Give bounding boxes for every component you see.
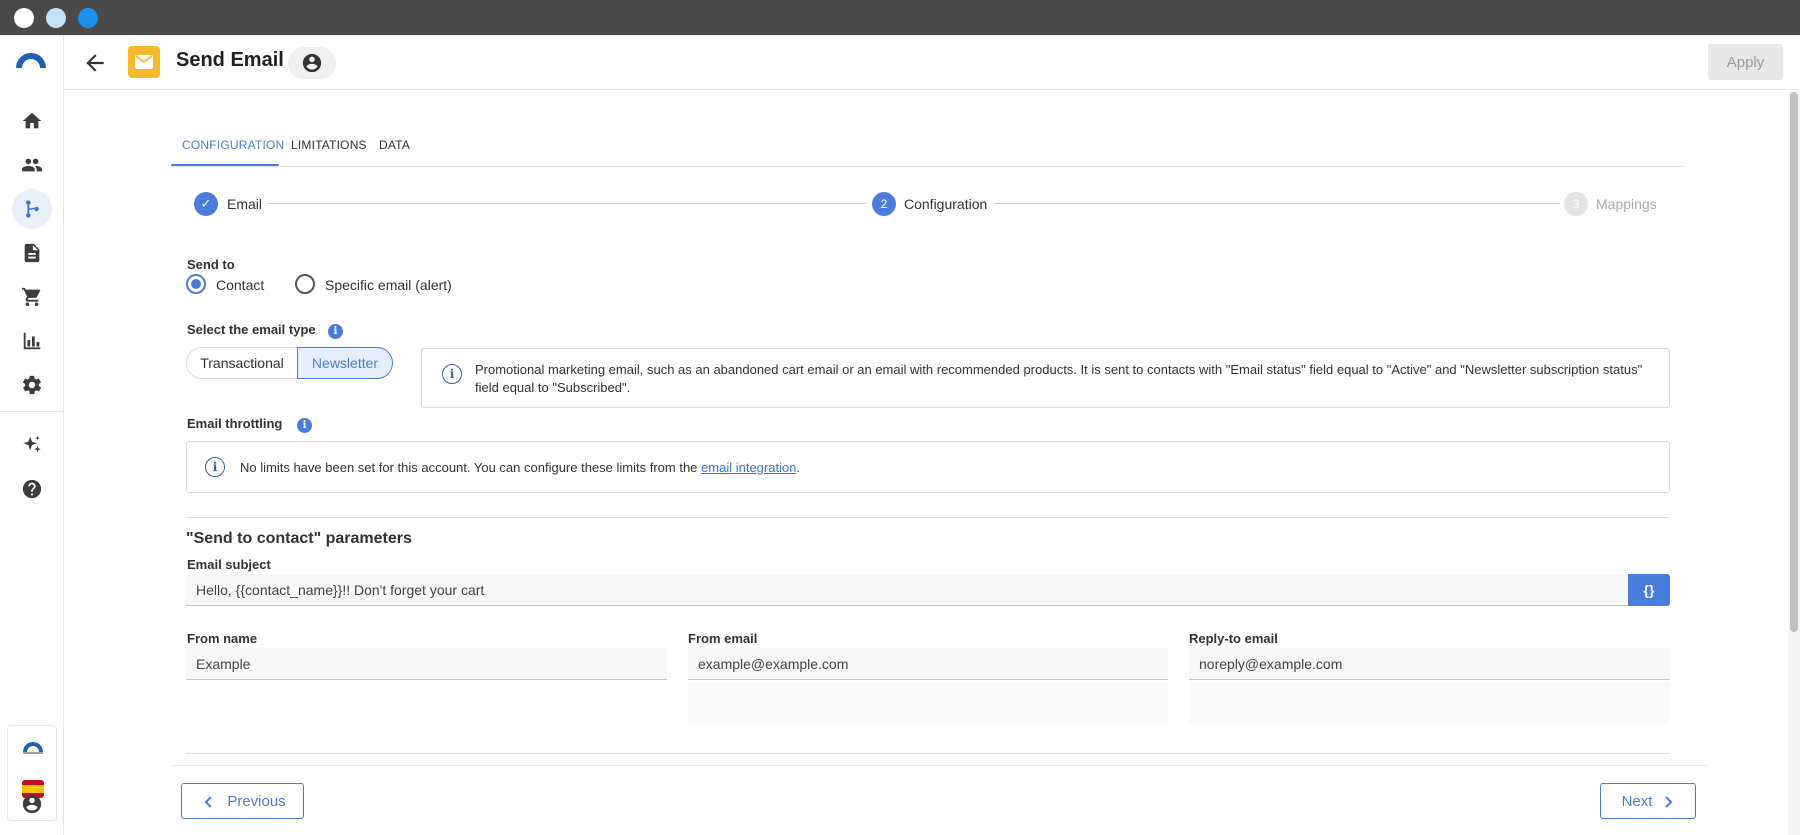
back-arrow-icon[interactable] <box>82 50 108 76</box>
email-node-icon <box>128 46 160 78</box>
throttling-message-suffix: . <box>796 460 801 475</box>
document-icon[interactable] <box>12 233 52 273</box>
step-connector <box>268 203 866 204</box>
tabs-divider <box>171 166 1685 167</box>
email-type-description: Promotional marketing email, such as an … <box>475 362 1643 395</box>
step-mappings-label: Mappings <box>1596 196 1657 212</box>
form-bottom-divider <box>186 753 1670 754</box>
chevron-right-icon <box>1665 796 1673 808</box>
contact-params-heading: "Send to contact" parameters <box>186 530 412 547</box>
email-type-toggle: Transactional Newsletter <box>186 347 393 379</box>
contacts-icon[interactable] <box>12 145 52 185</box>
tab-configuration[interactable]: CONFIGURATION <box>182 138 284 152</box>
window-close-dot[interactable] <box>14 8 34 28</box>
radio-contact[interactable] <box>186 274 206 294</box>
chevron-left-icon <box>204 796 212 808</box>
email-type-description-box: i Promotional marketing email, such as a… <box>421 348 1670 408</box>
analytics-icon[interactable] <box>12 321 52 361</box>
window-maximize-dot[interactable] <box>78 8 98 28</box>
step-email-label: Email <box>227 196 263 212</box>
previous-button[interactable]: Previous <box>181 783 304 819</box>
app-logo-icon[interactable] <box>14 49 48 69</box>
from-email-helper-area <box>688 682 1168 724</box>
from-name-label: From name <box>187 631 258 646</box>
footer-divider <box>171 765 1707 766</box>
step-mappings-number: 3 <box>1564 192 1588 216</box>
sidebar <box>0 35 64 835</box>
from-email-label: From email <box>688 631 758 646</box>
window-minimize-dot[interactable] <box>46 8 66 28</box>
radio-contact-label[interactable]: Contact <box>216 277 264 293</box>
from-email-input[interactable]: example@example.com <box>688 648 1168 680</box>
insert-variable-button[interactable]: {} <box>1628 574 1670 606</box>
next-button[interactable]: Next <box>1600 783 1696 819</box>
reply-to-label: Reply-to email <box>1189 631 1278 646</box>
cart-icon[interactable] <box>12 277 52 317</box>
from-name-input[interactable]: Example <box>186 648 667 680</box>
assignee-avatar-button[interactable] <box>288 47 336 79</box>
page-title: Send Email <box>176 49 284 71</box>
radio-specific-email[interactable] <box>295 274 315 294</box>
tab-limitations[interactable]: LIMITATIONS <box>291 138 367 152</box>
step-configuration-number: 2 <box>872 192 896 216</box>
throttling-box: i No limits have been set for this accou… <box>186 441 1670 493</box>
email-type-transactional[interactable]: Transactional <box>187 348 297 378</box>
email-type-newsletter[interactable]: Newsletter <box>297 347 393 379</box>
window-titlebar <box>0 0 1800 35</box>
email-throttling-label: Email throttling <box>187 416 283 431</box>
reply-to-input[interactable]: noreply@example.com <box>1189 648 1670 680</box>
scrollbar-thumb[interactable] <box>1790 92 1798 632</box>
sidebar-divider <box>0 411 64 412</box>
step-email-check-icon: ✓ <box>194 192 218 216</box>
info-icon: i <box>205 457 225 477</box>
company-logo-icon <box>20 740 46 759</box>
send-to-label: Send to <box>187 257 235 272</box>
account-circle-icon <box>302 53 322 73</box>
apply-button[interactable]: Apply <box>1708 44 1783 80</box>
next-label: Next <box>1621 792 1653 810</box>
email-type-info-icon[interactable]: i <box>328 324 343 339</box>
reply-to-helper-area <box>1189 682 1670 724</box>
email-subject-label: Email subject <box>187 557 271 572</box>
workflows-icon[interactable] <box>12 189 52 229</box>
radio-specific-email-label[interactable]: Specific email (alert) <box>325 277 452 293</box>
info-icon: i <box>442 364 462 384</box>
ai-sparkle-icon[interactable] <box>12 425 52 465</box>
throttling-info-icon[interactable]: i <box>297 418 312 433</box>
email-subject-input[interactable]: Hello, {{contact_name}}!! Don't forget y… <box>186 574 1628 606</box>
home-icon[interactable] <box>12 101 52 141</box>
throttling-message-text: No limits have been set for this account… <box>240 460 702 475</box>
settings-gear-icon[interactable] <box>12 365 52 405</box>
email-integration-link[interactable]: email integration <box>701 460 796 475</box>
previous-label: Previous <box>227 792 286 810</box>
email-type-label: Select the email type <box>187 322 316 337</box>
page-header: Send Email Apply <box>64 35 1800 90</box>
help-icon[interactable] <box>12 469 52 509</box>
step-configuration-label: Configuration <box>904 196 988 212</box>
section-divider <box>186 517 1670 518</box>
step-connector <box>994 203 1560 204</box>
user-profile-icon[interactable] <box>12 784 52 824</box>
tab-data[interactable]: DATA <box>379 138 410 152</box>
throttling-message: No limits have been set for this account… <box>240 460 800 475</box>
